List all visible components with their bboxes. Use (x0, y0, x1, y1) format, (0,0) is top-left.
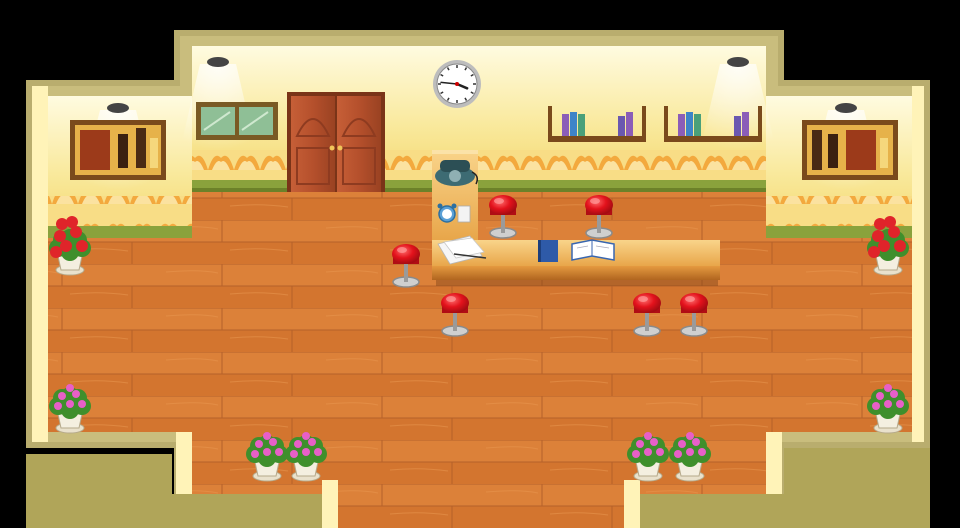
door-handle-right (337, 145, 343, 151)
book[interactable] (678, 114, 685, 136)
book[interactable] (694, 114, 701, 136)
double-door[interactable] (287, 92, 385, 192)
window[interactable] (196, 102, 278, 140)
corner-block-left (26, 454, 172, 528)
book[interactable] (734, 116, 741, 136)
right-hall-wall (624, 480, 640, 528)
book[interactable] (570, 112, 577, 136)
left-hall-wall (322, 480, 338, 528)
left-lower-wall (176, 432, 192, 494)
left-side-wall (32, 86, 48, 442)
book[interactable] (618, 116, 625, 136)
corner-block-right (784, 448, 930, 528)
corner-block-right-2 (640, 494, 784, 528)
door-handle-left (329, 145, 335, 151)
painting-right[interactable] (802, 120, 898, 180)
book[interactable] (626, 112, 633, 136)
book[interactable] (578, 114, 585, 136)
book[interactable] (562, 114, 569, 136)
book[interactable] (742, 112, 749, 136)
game-scene (0, 0, 960, 528)
corner-block-left-2 (172, 494, 322, 528)
right-lower-wall (766, 432, 782, 494)
closed-book-icon[interactable] (538, 240, 558, 262)
wall-clock-icon[interactable] (433, 60, 481, 108)
right-side-wall (912, 86, 924, 442)
painting-left[interactable] (70, 120, 166, 180)
book[interactable] (686, 112, 693, 136)
alarm-clock-icon[interactable] (437, 203, 471, 223)
